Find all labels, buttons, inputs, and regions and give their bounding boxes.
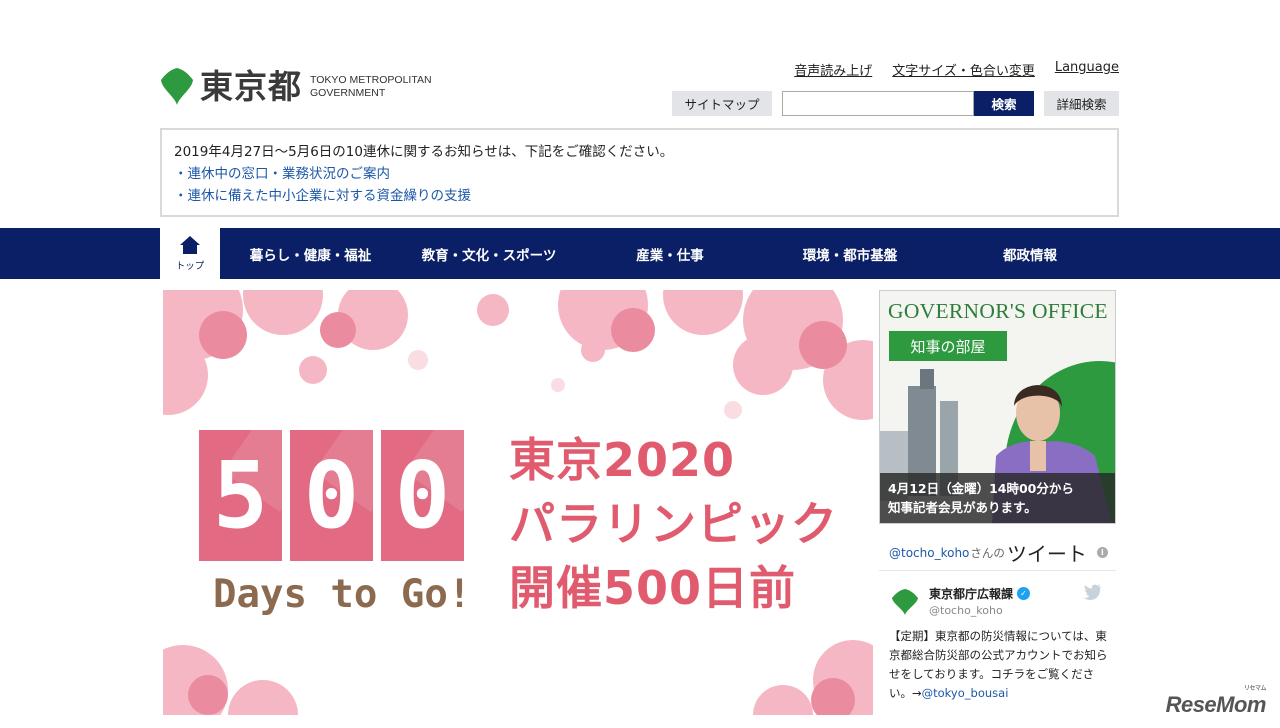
resemom-watermark-logo: ReseMom リセマム xyxy=(1165,686,1267,717)
nav-home-label: トップ xyxy=(175,261,205,272)
countdown-digit: 0 xyxy=(381,430,464,561)
press-conference-caption: 4月12日（金曜）14時00分から 知事記者会見があります。 xyxy=(880,473,1115,523)
tweet-account-name[interactable]: 東京都庁広報課 ✓ xyxy=(929,585,1031,602)
nav-item-government-info[interactable]: 都政情報 xyxy=(960,228,1100,279)
nav-item-industry-work[interactable]: 産業・仕事 xyxy=(600,228,740,279)
logo-english-text: TOKYO METROPOLITAN GOVERNMENT xyxy=(310,74,432,99)
countdown-digits: 5 0 0 xyxy=(199,430,464,561)
tweets-label: ツイート xyxy=(1006,542,1087,566)
holiday-notice-box: 2019年4月27日～5月6日の10連休に関するお知らせは、下記をご確認ください… xyxy=(160,128,1119,217)
tweet-text: 【定期】東京都の防災情報については、東京都総合防災部の公式アカウントでお知らせを… xyxy=(889,629,1108,700)
nav-item-living-health-welfare[interactable]: 暮らし・健康・福祉 xyxy=(228,228,393,279)
paralympics-banner[interactable]: 5 0 0 Days to Go! 東京2020 パラリンピック 開催500日前 xyxy=(163,290,873,715)
utility-links: 音声読み上げ 文字サイズ・色合い変更 Language xyxy=(794,60,1119,79)
countdown-digit: 5 xyxy=(199,430,282,561)
text-to-speech-link[interactable]: 音声読み上げ xyxy=(794,60,872,79)
tweet-screen-name[interactable]: @tocho_koho xyxy=(929,604,1003,617)
tweet-card[interactable]: 東京都庁広報課 ✓ @tocho_koho 【定期】東京都の防災情報については、… xyxy=(879,571,1116,715)
tokyo-ginkgo-logo-icon xyxy=(161,68,193,105)
nav-item-education-culture-sports[interactable]: 教育・文化・スポーツ xyxy=(405,228,573,279)
verified-badge-icon: ✓ xyxy=(1017,587,1031,600)
language-link[interactable]: Language xyxy=(1055,60,1119,79)
days-to-go-text: Days to Go! xyxy=(213,572,472,617)
twitter-bird-icon[interactable] xyxy=(1084,584,1102,600)
font-size-color-link[interactable]: 文字サイズ・色合い変更 xyxy=(892,60,1035,79)
search-input[interactable] xyxy=(782,91,974,116)
tweet-mention-link[interactable]: @tokyo_bousai xyxy=(922,686,1009,700)
twitter-san-text: さんの xyxy=(970,545,1005,560)
logo-japanese-text: 東京都 xyxy=(200,66,302,106)
governors-office-title: GOVERNOR'S OFFICE xyxy=(888,299,1108,323)
twitter-handle-link[interactable]: @tocho_koho xyxy=(889,546,969,560)
search-button[interactable]: 検索 xyxy=(974,91,1034,116)
notice-link-office-hours[interactable]: ・連休中の窓口・業務状況のご案内 xyxy=(174,163,1105,185)
banner-title: 東京2020 パラリンピック 開催500日前 xyxy=(509,433,838,615)
governors-room-label: 知事の部屋 xyxy=(889,331,1007,361)
countdown-digit: 0 xyxy=(290,430,373,561)
nav-home-tab[interactable]: トップ xyxy=(160,228,220,279)
sitemap-button[interactable]: サイトマップ xyxy=(672,91,772,116)
governors-office-banner[interactable]: GOVERNOR'S OFFICE 知事の部屋 4月12日（金曜）14時00分か… xyxy=(879,290,1116,524)
tokyo-ginkgo-avatar-icon[interactable] xyxy=(891,588,919,616)
search-bar: サイトマップ 検索 詳細検索 xyxy=(672,91,1119,116)
info-icon[interactable]: i xyxy=(1096,547,1108,558)
site-logo[interactable]: 東京都 TOKYO METROPOLITAN GOVERNMENT xyxy=(160,66,432,106)
nav-item-environment-infrastructure[interactable]: 環境・都市基盤 xyxy=(775,228,925,279)
notice-text: 2019年4月27日～5月6日の10連休に関するお知らせは、下記をご確認ください… xyxy=(174,144,674,160)
global-navigation: トップ 暮らし・健康・福祉 教育・文化・スポーツ 産業・仕事 環境・都市基盤 都… xyxy=(0,228,1280,279)
twitter-widget-header: @tocho_koho さんの ツイート i xyxy=(879,535,1116,571)
home-icon xyxy=(180,236,200,254)
advanced-search-button[interactable]: 詳細検索 xyxy=(1044,91,1119,116)
notice-link-sme-funding[interactable]: ・連休に備えた中小企業に対する資金繰りの支援 xyxy=(174,185,1105,207)
